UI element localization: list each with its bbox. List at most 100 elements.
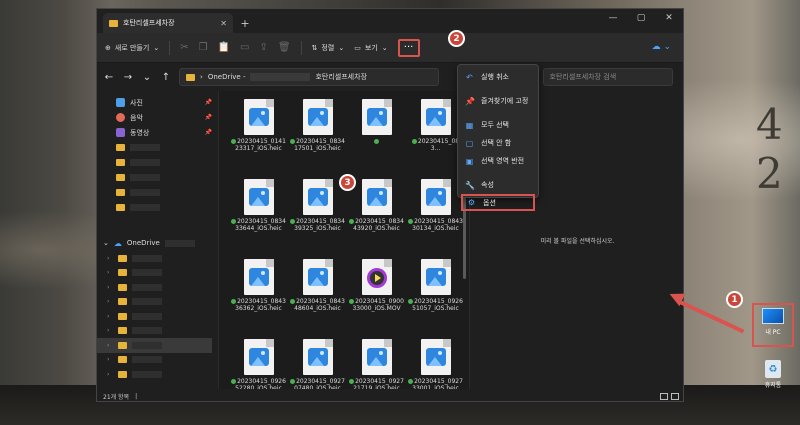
onedrive-folder[interactable]: › xyxy=(97,251,218,266)
file-name: 20230415_084348604_iOS.heic xyxy=(290,298,346,312)
chevron-right-icon: › xyxy=(107,312,110,320)
file-item[interactable]: 20230415_092733001_iOS.heic xyxy=(406,337,465,389)
file-item[interactable]: 20230415_090033000_iOS.MOV xyxy=(347,257,406,331)
photo-icon xyxy=(366,348,387,366)
redacted-name xyxy=(132,341,162,349)
chevron-right-icon: › xyxy=(107,327,110,335)
onedrive-folder[interactable]: › xyxy=(97,266,218,281)
sync-status-icon xyxy=(408,379,414,384)
onedrive-folder-selected[interactable]: › xyxy=(97,338,212,353)
chevron-right-icon: › xyxy=(107,356,110,364)
address-field[interactable]: › OneDrive - 호탄리셀프세차장 xyxy=(179,68,439,86)
file-item[interactable]: 20230415_083417501_iOS.heic xyxy=(288,97,347,171)
see-more-button[interactable]: ··· xyxy=(397,38,420,57)
sidebar-folder[interactable] xyxy=(97,185,218,200)
share-icon[interactable]: ⇪ xyxy=(259,42,267,53)
sidebar-folder[interactable] xyxy=(97,140,218,155)
menu-item-pin-quick-access[interactable]: 📌 즐겨찾기에 고정 xyxy=(458,92,538,110)
path-folder[interactable]: 호탄리셀프세차장 xyxy=(315,72,367,82)
menu-item-select-none[interactable]: ▢ 선택 안 함 xyxy=(458,134,538,152)
menu-item-label: 속성 xyxy=(481,181,494,189)
chevron-down-icon: ⌄ xyxy=(381,43,388,52)
file-name xyxy=(349,138,405,145)
file-item[interactable] xyxy=(347,97,406,171)
chevron-down-icon: ⌄ xyxy=(153,43,160,52)
rename-icon[interactable]: ▭ xyxy=(240,42,249,53)
onedrive-folder[interactable]: › xyxy=(97,295,218,310)
new-button[interactable]: ⊕ 새로 만들기 ⌄ xyxy=(105,43,159,53)
file-item[interactable]: 20230415_014123317_iOS.heic xyxy=(229,97,288,171)
menu-item-select-all[interactable]: ▦ 모두 선택 xyxy=(458,116,538,134)
file-item[interactable]: 20230415_092651057_iOS.heic xyxy=(406,257,465,331)
file-name: 20230415_083439325_iOS.heic xyxy=(290,218,346,232)
photo-icon xyxy=(425,108,446,126)
redacted-name xyxy=(132,370,162,378)
minimize-button[interactable]: — xyxy=(599,9,627,29)
file-item[interactable]: 20230415_083439325_iOS.heic xyxy=(288,177,347,251)
sidebar-item-videos[interactable]: 동영상 📌 xyxy=(97,125,218,140)
sidebar-folder[interactable] xyxy=(97,155,218,170)
file-item[interactable]: 20230415_083433644_iOS.heic xyxy=(229,177,288,251)
annotation-badge-3: 3 xyxy=(339,174,356,191)
file-explorer-window: 호탄리셀프세차장 ✕ + — ▢ ✕ ⊕ 새로 만들기 ⌄ ✂ ❐ 📋 ▭ ⇪ … xyxy=(96,8,684,402)
view-button[interactable]: ▭ 보기 ⌄ xyxy=(354,43,387,53)
sidebar-item-music[interactable]: 음악 📌 xyxy=(97,110,218,125)
sort-icon: ⇅ xyxy=(311,43,318,52)
forward-button[interactable]: → xyxy=(122,72,134,83)
file-name: 20230415_084330134_iOS.heic xyxy=(408,218,464,232)
file-item[interactable]: 20230415_084336362_iOS.heic xyxy=(229,257,288,331)
large-icons-view-icon[interactable] xyxy=(671,392,679,400)
onedrive-folder[interactable]: › xyxy=(97,324,218,339)
search-input[interactable]: 호탄리셀프세차장 검색 xyxy=(542,68,673,86)
file-name: 20230415_090033000_iOS.MOV xyxy=(349,298,405,312)
undo-icon: ↶ xyxy=(466,72,473,82)
sidebar-folder[interactable] xyxy=(97,170,218,185)
menu-item-invert-selection[interactable]: ▣ 선택 영역 반전 xyxy=(458,152,538,170)
sidebar-folder[interactable] xyxy=(97,200,218,215)
folder-icon xyxy=(118,298,127,306)
cloud-icon: ☁ xyxy=(113,238,122,248)
explorer-tab[interactable]: 호탄리셀프세차장 ✕ xyxy=(103,13,233,33)
path-root[interactable]: OneDrive - xyxy=(208,73,246,81)
menu-item-options[interactable]: ⚙ 옵션 xyxy=(461,194,535,211)
details-view-icon[interactable] xyxy=(660,392,668,400)
folder-icon xyxy=(118,327,127,335)
file-name-text: 20230415_092651057_iOS.heic xyxy=(412,298,463,312)
sidebar-item-photos[interactable]: 사진 📌 xyxy=(97,95,218,110)
close-window-button[interactable]: ✕ xyxy=(655,9,683,29)
onedrive-folder[interactable]: › xyxy=(97,309,218,324)
file-item[interactable]: 20230415_083443920_iOS.heic xyxy=(347,177,406,251)
delete-icon[interactable]: 🗑 xyxy=(278,42,291,53)
menu-item-label: 모두 선택 xyxy=(481,121,509,129)
tab-close-icon[interactable]: ✕ xyxy=(220,19,227,28)
paste-icon[interactable]: 📋 xyxy=(218,42,230,53)
onedrive-label: OneDrive xyxy=(126,239,160,247)
back-button[interactable]: ← xyxy=(103,72,115,83)
sync-status-icon xyxy=(411,139,417,144)
redacted-name xyxy=(130,159,160,166)
file-name: 20230415_092733001_iOS.heic xyxy=(408,378,464,389)
redacted-name xyxy=(130,174,160,181)
cut-icon[interactable]: ✂ xyxy=(180,42,188,53)
desktop-icon-this-pc[interactable]: 내 PC xyxy=(752,303,794,347)
onedrive-folder[interactable]: › xyxy=(97,353,218,368)
maximize-button[interactable]: ▢ xyxy=(627,9,655,29)
file-item[interactable]: 20230415_092707480_iOS.heic xyxy=(288,337,347,389)
menu-item-properties[interactable]: 🔧 속성 xyxy=(458,176,538,194)
desktop-icon-recycle-bin[interactable]: ♻ 휴지통 xyxy=(758,360,788,389)
divider xyxy=(300,40,302,55)
recent-locations-button[interactable]: ⌄ xyxy=(141,72,153,83)
menu-item-undo[interactable]: ↶ 실행 취소 xyxy=(458,68,538,86)
sort-button[interactable]: ⇅ 정렬 ⌄ xyxy=(312,43,345,53)
file-item[interactable]: 20230415_092652280_iOS.heic xyxy=(229,337,288,389)
new-tab-button[interactable]: + xyxy=(237,13,253,33)
sidebar-item-onedrive[interactable]: ⌄ ☁ OneDrive xyxy=(97,235,218,251)
onedrive-folder[interactable]: › xyxy=(97,367,218,382)
file-item[interactable]: 20230415_084348604_iOS.heic xyxy=(288,257,347,331)
up-button[interactable]: ↑ xyxy=(160,72,172,83)
file-item[interactable]: 20230415_092721719_iOS.heic xyxy=(347,337,406,389)
onedrive-folder[interactable]: › xyxy=(97,280,218,295)
onedrive-status-icon[interactable]: ☁ ⌄ xyxy=(652,42,671,52)
redacted-name xyxy=(132,254,162,262)
copy-icon[interactable]: ❐ xyxy=(199,42,208,53)
